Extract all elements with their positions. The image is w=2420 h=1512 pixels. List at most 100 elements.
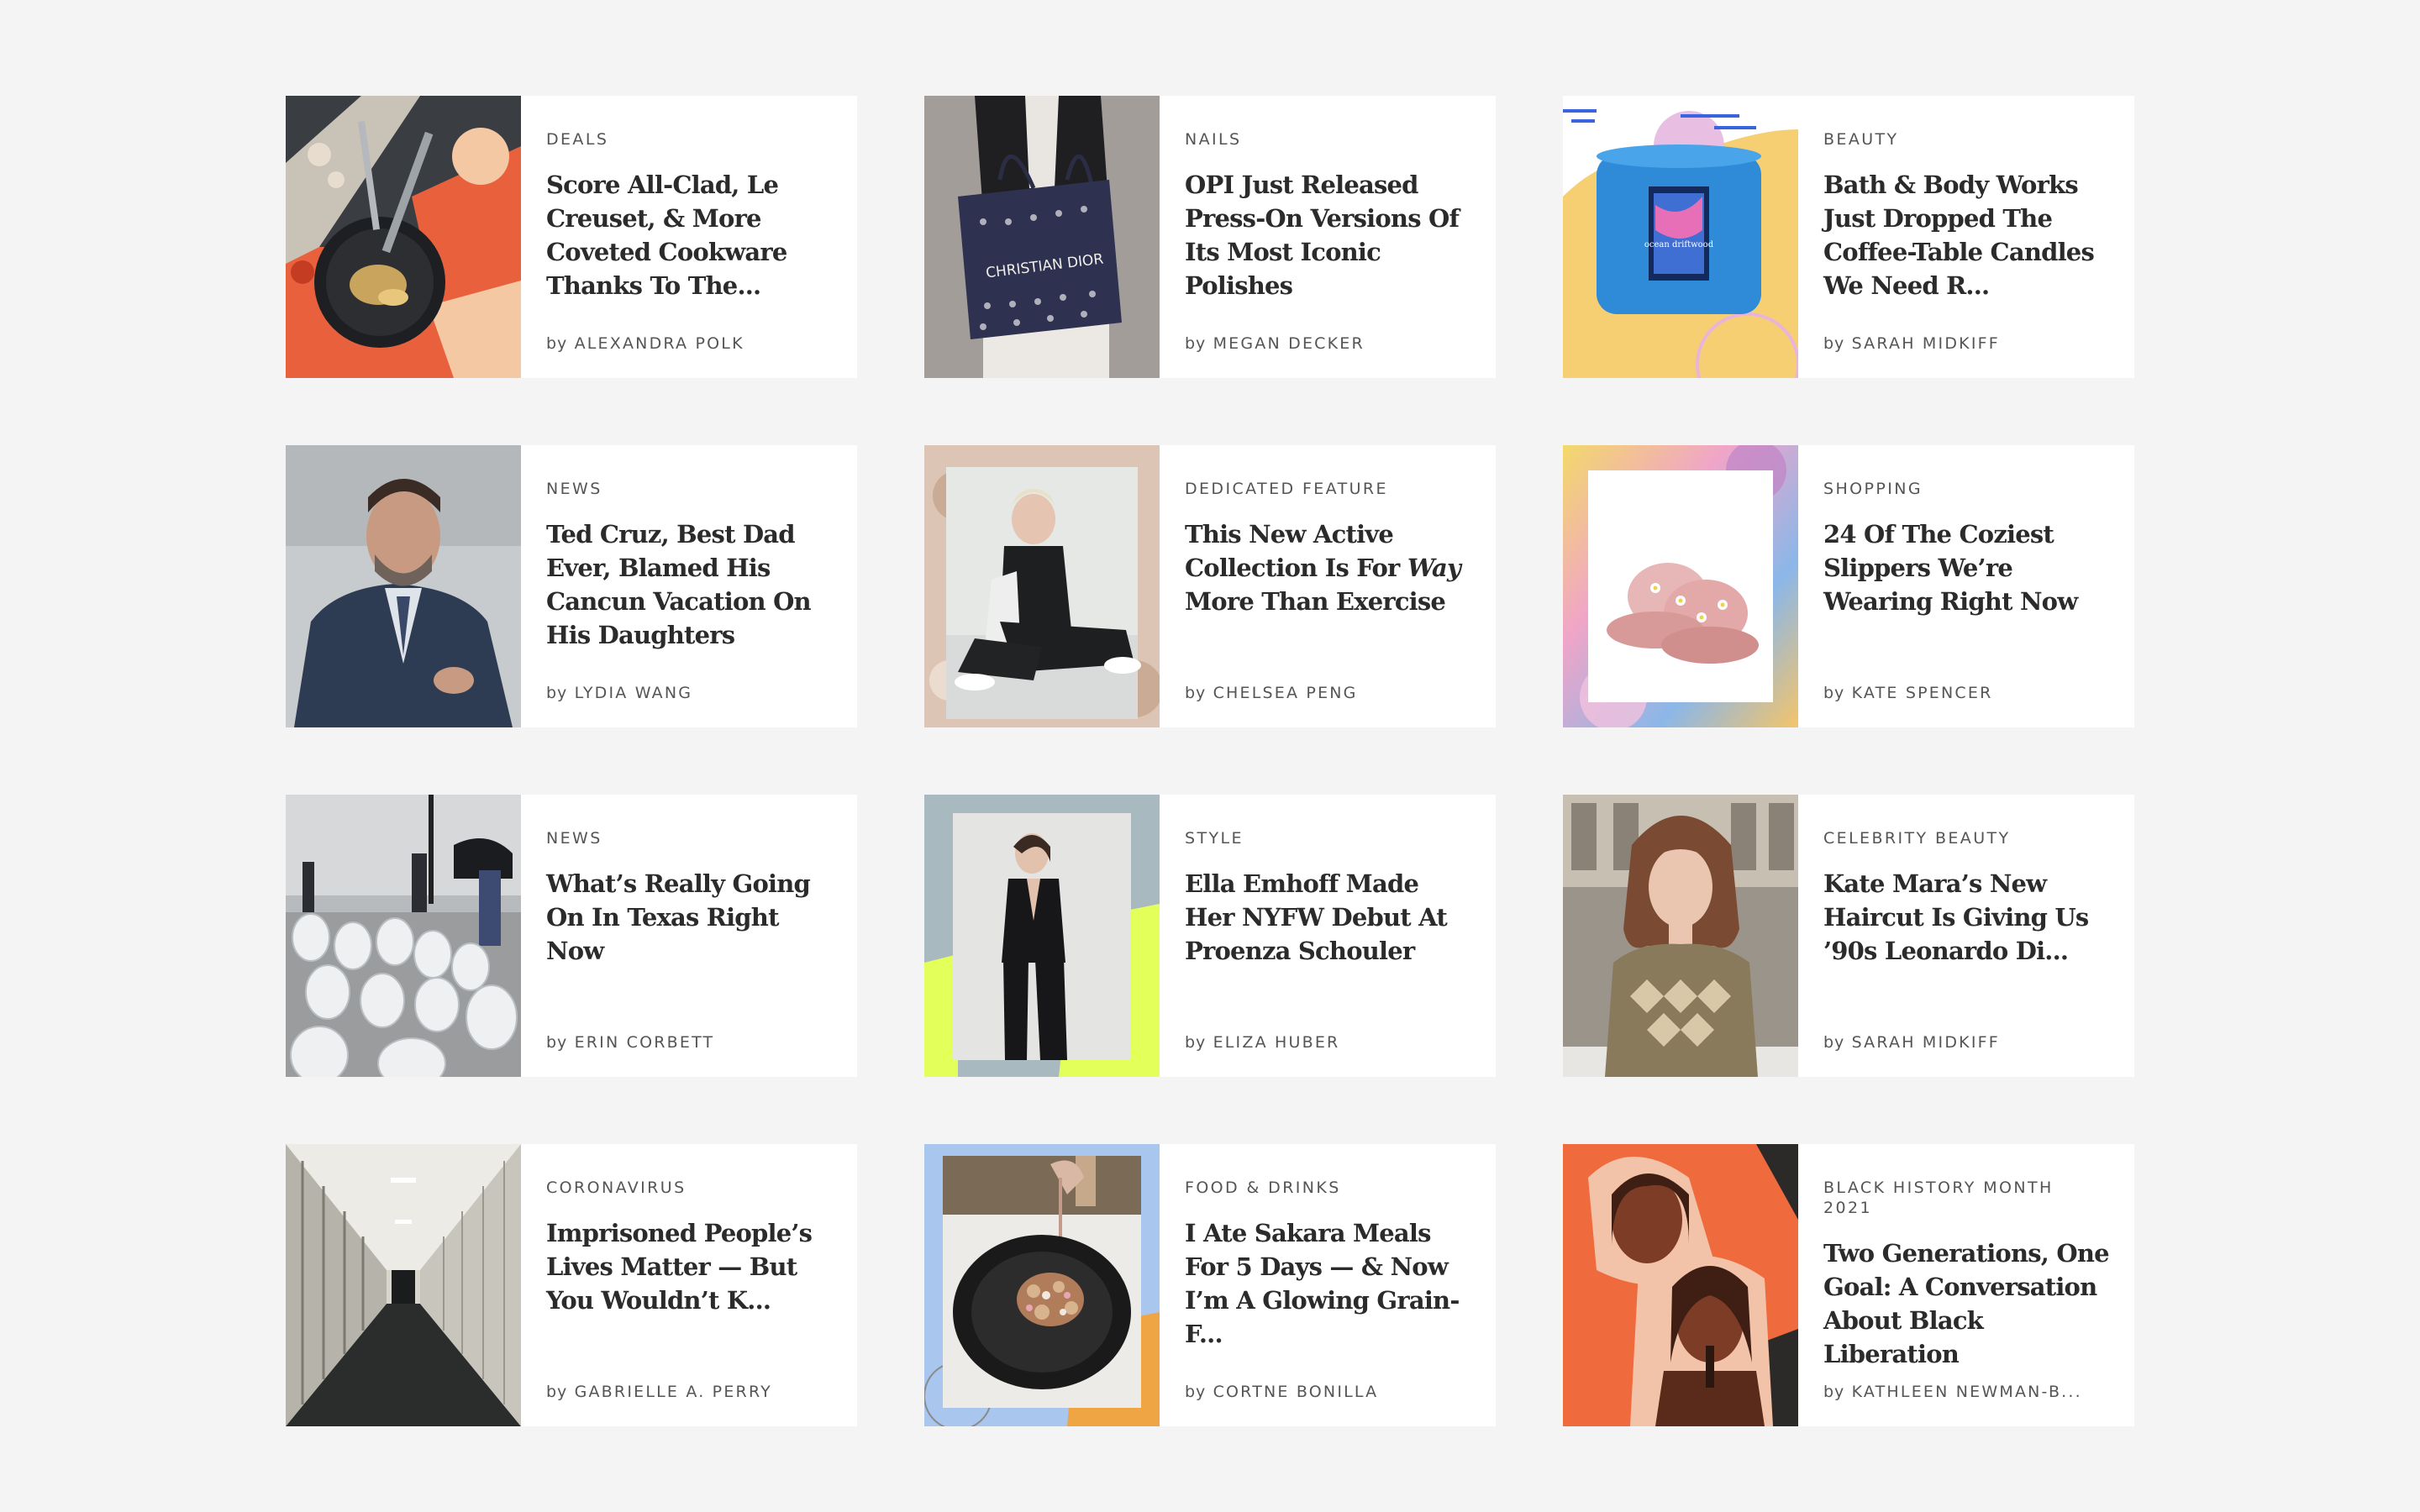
byline-by: by bbox=[546, 684, 568, 702]
article-card[interactable]: ocean driftwood BEAUTY Bath & Body Works… bbox=[1563, 96, 2134, 378]
category-label[interactable]: CORONAVIRUS bbox=[546, 1178, 832, 1198]
category-label[interactable]: NEWS bbox=[546, 479, 832, 499]
author-link[interactable]: KATE SPENCER bbox=[1852, 684, 1993, 702]
cookware-image[interactable] bbox=[286, 96, 521, 378]
article-title[interactable]: This New Active Collection Is For Way Mo… bbox=[1185, 517, 1470, 618]
category-label[interactable]: STYLE bbox=[1185, 828, 1470, 848]
byline: by LYDIA WANG bbox=[546, 684, 692, 702]
card-body: NEWS What’s Really Going On In Texas Rig… bbox=[521, 795, 857, 1077]
byline-by: by bbox=[1185, 334, 1207, 353]
article-title[interactable]: I Ate Sakara Meals For 5 Days — & Now I’… bbox=[1185, 1216, 1470, 1351]
category-label[interactable]: CELEBRITY BEAUTY bbox=[1823, 828, 2109, 848]
card-body: NEWS Ted Cruz, Best Dad Ever, Blamed His… bbox=[521, 445, 857, 727]
byline-by: by bbox=[1823, 684, 1845, 702]
activewear-model-image[interactable] bbox=[924, 445, 1160, 727]
category-label[interactable]: BEAUTY bbox=[1823, 129, 2109, 150]
slippers-image[interactable] bbox=[1563, 445, 1798, 727]
article-title[interactable]: Ted Cruz, Best Dad Ever, Blamed His Canc… bbox=[546, 517, 832, 652]
byline: by MEGAN DECKER bbox=[1185, 334, 1365, 353]
author-link[interactable]: SARAH MIDKIFF bbox=[1852, 334, 2000, 353]
runway-model-image[interactable] bbox=[924, 795, 1160, 1077]
article-title[interactable]: What’s Really Going On In Texas Right No… bbox=[546, 867, 832, 968]
byline: by ERIN CORBETT bbox=[546, 1033, 714, 1052]
activists-collage-image[interactable] bbox=[1563, 1144, 1798, 1426]
card-body: CORONAVIRUS Imprisoned People’s Lives Ma… bbox=[521, 1144, 857, 1426]
article-title[interactable]: OPI Just Released Press-On Versions Of I… bbox=[1185, 168, 1470, 302]
title-part: This New Active Collection Is For bbox=[1185, 520, 1407, 582]
category-label[interactable]: BLACK HISTORY MONTH 2021 bbox=[1823, 1178, 2109, 1218]
author-link[interactable]: MEGAN DECKER bbox=[1213, 334, 1365, 353]
author-link[interactable]: GABRIELLE A. PERRY bbox=[575, 1383, 772, 1401]
card-body: BLACK HISTORY MONTH 2021 Two Generations… bbox=[1798, 1144, 2134, 1426]
article-card[interactable]: CORONAVIRUS Imprisoned People’s Lives Ma… bbox=[286, 1144, 857, 1426]
byline-by: by bbox=[546, 1033, 568, 1052]
category-label[interactable]: NEWS bbox=[546, 828, 832, 848]
category-label[interactable]: FOOD & DRINKS bbox=[1185, 1178, 1470, 1198]
byline: by CHELSEA PENG bbox=[1185, 684, 1358, 702]
author-link[interactable]: ALEXANDRA POLK bbox=[575, 334, 744, 353]
category-label[interactable]: NAILS bbox=[1185, 129, 1470, 150]
author-link[interactable]: CHELSEA PENG bbox=[1213, 684, 1358, 702]
byline: by ELIZA HUBER bbox=[1185, 1033, 1339, 1052]
category-label[interactable]: DEALS bbox=[546, 129, 832, 150]
article-title[interactable]: Two Generations, One Goal: A Conversatio… bbox=[1823, 1236, 2110, 1371]
category-label[interactable]: DEDICATED FEATURE bbox=[1185, 479, 1470, 499]
article-title[interactable]: Bath & Body Works Just Dropped The Coffe… bbox=[1823, 168, 2109, 302]
article-card[interactable]: NEWS What’s Really Going On In Texas Rig… bbox=[286, 795, 857, 1077]
article-card[interactable]: DEALS Score All-Clad, Le Creuset, & More… bbox=[286, 96, 857, 378]
article-card[interactable]: CELEBRITY BEAUTY Kate Mara’s New Haircut… bbox=[1563, 795, 2134, 1077]
article-card[interactable]: BLACK HISTORY MONTH 2021 Two Generations… bbox=[1563, 1144, 2134, 1426]
christian-dior-tote-image[interactable]: CHRISTIAN DIOR bbox=[924, 96, 1160, 378]
article-card[interactable]: NEWS Ted Cruz, Best Dad Ever, Blamed His… bbox=[286, 445, 857, 727]
article-title[interactable]: Score All-Clad, Le Creuset, & More Covet… bbox=[546, 168, 832, 302]
candle-image[interactable]: ocean driftwood bbox=[1563, 96, 1798, 378]
politician-portrait-image[interactable] bbox=[286, 445, 521, 727]
byline-by: by bbox=[546, 334, 568, 353]
title-emphasis: Way bbox=[1407, 554, 1461, 582]
title-part: More Than Exercise bbox=[1185, 587, 1446, 616]
article-title[interactable]: Imprisoned People’s Lives Matter — But Y… bbox=[546, 1216, 832, 1317]
byline-by: by bbox=[546, 1383, 568, 1401]
byline-by: by bbox=[1185, 684, 1207, 702]
author-link[interactable]: ELIZA HUBER bbox=[1213, 1033, 1340, 1052]
byline: by KATHLEEN NEWMAN-B... bbox=[1823, 1383, 2082, 1401]
granola-bowl-image[interactable] bbox=[924, 1144, 1160, 1426]
card-body: BEAUTY Bath & Body Works Just Dropped Th… bbox=[1798, 96, 2134, 378]
author-link[interactable]: KATHLEEN NEWMAN-B... bbox=[1852, 1383, 2082, 1401]
byline-by: by bbox=[1823, 334, 1845, 353]
card-body: NAILS OPI Just Released Press-On Version… bbox=[1160, 96, 1496, 378]
author-link[interactable]: SARAH MIDKIFF bbox=[1852, 1033, 2000, 1052]
byline-by: by bbox=[1185, 1033, 1207, 1052]
byline: by SARAH MIDKIFF bbox=[1823, 334, 2000, 353]
author-link[interactable]: LYDIA WANG bbox=[575, 684, 693, 702]
card-body: DEDICATED FEATURE This New Active Collec… bbox=[1160, 445, 1496, 727]
byline: by SARAH MIDKIFF bbox=[1823, 1033, 2000, 1052]
article-card[interactable]: FOOD & DRINKS I Ate Sakara Meals For 5 D… bbox=[924, 1144, 1496, 1426]
byline-by: by bbox=[1185, 1383, 1207, 1401]
card-body: SHOPPING 24 Of The Coziest Slippers We’r… bbox=[1798, 445, 2134, 727]
byline: by GABRIELLE A. PERRY bbox=[546, 1383, 772, 1401]
article-card[interactable]: SHOPPING 24 Of The Coziest Slippers We’r… bbox=[1563, 445, 2134, 727]
article-card[interactable]: DEDICATED FEATURE This New Active Collec… bbox=[924, 445, 1496, 727]
article-grid: DEALS Score All-Clad, Le Creuset, & More… bbox=[286, 96, 2134, 1426]
author-link[interactable]: ERIN CORBETT bbox=[575, 1033, 715, 1052]
byline: by CORTNE BONILLA bbox=[1185, 1383, 1378, 1401]
article-title[interactable]: 24 Of The Coziest Slippers We’re Wearing… bbox=[1823, 517, 2109, 618]
article-title[interactable]: Ella Emhoff Made Her NYFW Debut At Proen… bbox=[1185, 867, 1470, 968]
byline: by ALEXANDRA POLK bbox=[546, 334, 744, 353]
card-body: DEALS Score All-Clad, Le Creuset, & More… bbox=[521, 96, 857, 378]
byline-by: by bbox=[1823, 1383, 1845, 1401]
category-label[interactable]: SHOPPING bbox=[1823, 479, 2109, 499]
card-body: FOOD & DRINKS I Ate Sakara Meals For 5 D… bbox=[1160, 1144, 1496, 1426]
prison-corridor-image[interactable] bbox=[286, 1144, 521, 1426]
article-card[interactable]: STYLE Ella Emhoff Made Her NYFW Debut At… bbox=[924, 795, 1496, 1077]
author-link[interactable]: CORTNE BONILLA bbox=[1213, 1383, 1379, 1401]
card-body: CELEBRITY BEAUTY Kate Mara’s New Haircut… bbox=[1798, 795, 2134, 1077]
byline: by KATE SPENCER bbox=[1823, 684, 1992, 702]
article-card[interactable]: CHRISTIAN DIOR NAILS OPI Just Released P… bbox=[924, 96, 1496, 378]
byline-by: by bbox=[1823, 1033, 1845, 1052]
article-title[interactable]: Kate Mara’s New Haircut Is Giving Us ’90… bbox=[1823, 867, 2109, 968]
propane-tanks-image[interactable] bbox=[286, 795, 521, 1077]
celebrity-haircut-image[interactable] bbox=[1563, 795, 1798, 1077]
card-body: STYLE Ella Emhoff Made Her NYFW Debut At… bbox=[1160, 795, 1496, 1077]
